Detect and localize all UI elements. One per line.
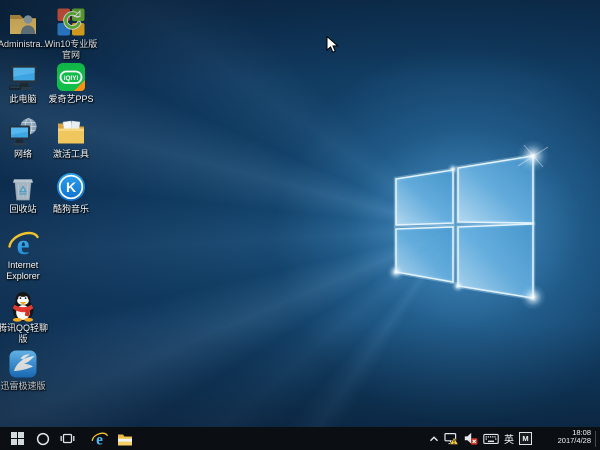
network-warning-icon: [444, 432, 459, 446]
volume-muted-icon: [464, 432, 478, 445]
show-desktop-button[interactable]: [596, 427, 600, 450]
volume-tray-icon[interactable]: [461, 427, 480, 450]
ime-mode-box: M: [519, 432, 532, 445]
taskbar-internet-explorer-button[interactable]: e: [87, 427, 112, 450]
internet-explorer-icon: e: [91, 430, 108, 447]
clock[interactable]: 18:08 2017/4/28: [539, 426, 595, 450]
start-button[interactable]: [5, 427, 30, 450]
system-tray: 英 M 18:08 2017/4/28: [426, 427, 600, 450]
touch-keyboard-tray-icon[interactable]: [480, 427, 501, 450]
ime-mode-button[interactable]: M: [517, 427, 534, 450]
ime-language-indicator[interactable]: 英: [501, 427, 517, 450]
cortana-search-button[interactable]: [30, 427, 55, 450]
network-status-tray-icon[interactable]: [442, 427, 461, 450]
chevron-up-icon: [429, 434, 439, 444]
windows-desktop: Administra... Win10专业版官网 此电脑: [0, 0, 600, 450]
task-view-icon: [60, 432, 75, 445]
taskbar: e: [0, 427, 600, 450]
file-explorer-icon: [117, 432, 133, 446]
cortana-circle-icon: [36, 432, 50, 446]
taskbar-file-explorer-button[interactable]: [112, 427, 137, 450]
wallpaper-vignette: [0, 0, 600, 450]
touch-keyboard-icon: [483, 433, 499, 445]
task-view-button[interactable]: [55, 427, 80, 450]
clock-date: 2017/4/28: [539, 437, 591, 446]
show-hidden-icons-button[interactable]: [426, 427, 442, 450]
windows-start-icon: [11, 432, 24, 445]
